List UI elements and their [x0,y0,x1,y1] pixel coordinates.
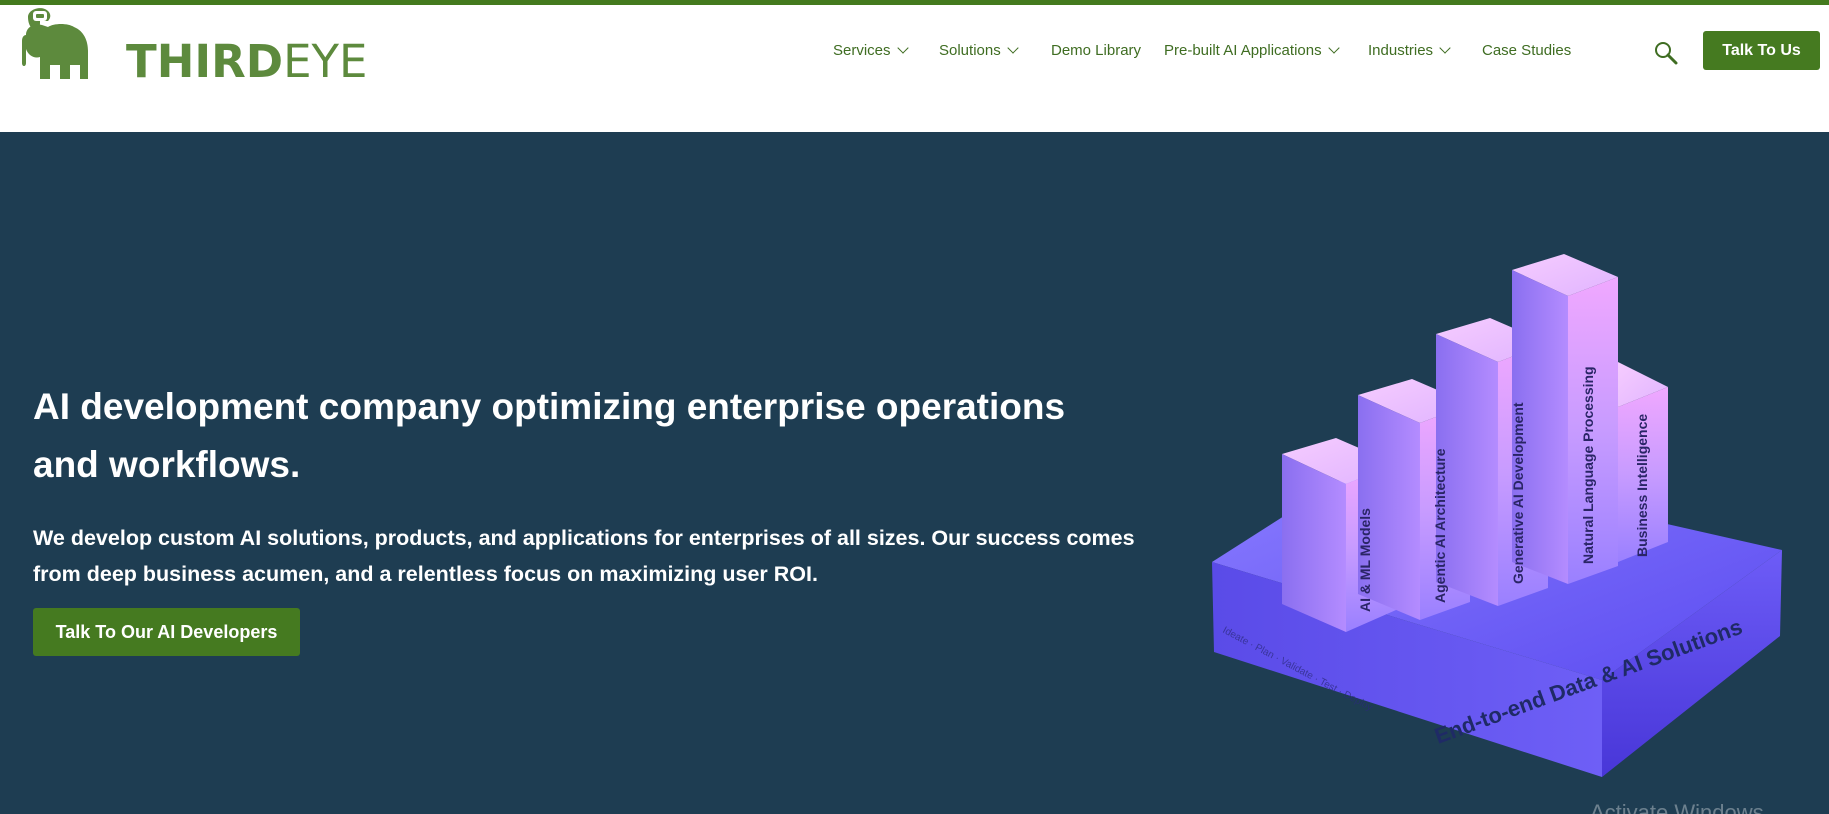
chevron-down-icon [1439,42,1451,54]
nav-case-studies-label: Case Studies [1482,42,1572,59]
nav-prebuilt-label: Pre-built AI Applications [1164,42,1322,59]
activate-windows-watermark: Activate Windows [1590,800,1764,814]
nav-demo-library[interactable]: Demo Library [1051,42,1141,59]
brand-name-bold: THIRD [126,35,284,88]
chevron-down-icon [896,42,909,54]
nav-demo-library-label: Demo Library [1051,42,1142,59]
bar-label-business-intelligence: Business Intelligence [1634,414,1650,557]
nav-industries[interactable]: Industries [1368,42,1451,59]
bar-label-generative-ai-development: Generative AI Development [1510,402,1526,584]
ai-solutions-illustration: AI & ML Models Agentic AI Architecture G… [1200,232,1800,792]
bar-label-ai-ml-models: AI & ML Models [1357,508,1373,612]
nav-solutions[interactable]: Solutions [939,42,1019,59]
talk-to-ai-developers-button[interactable]: Talk To Our AI Developers [33,608,300,656]
brand-wordmark: THIRDEYE [126,39,367,84]
elephant-logo-icon [22,8,88,79]
thirdeye-logo[interactable]: THIRDEYE [18,5,388,97]
bar-stack-illustration: AI & ML Models Agentic AI Architecture G… [1212,254,1782,777]
search-icon [1655,42,1678,65]
nav-industries-label: Industries [1368,42,1434,59]
chevron-down-icon [1007,42,1019,54]
nav-solutions-label: Solutions [939,42,1001,59]
nav-services-label: Services [833,42,891,59]
brand-name-light: EYE [283,35,368,88]
nav-prebuilt-ai-applications[interactable]: Pre-built AI Applications [1164,42,1340,59]
bar-label-natural-language-processing: Natural Language Processing [1580,366,1596,564]
chevron-down-icon [1327,42,1340,54]
nav-services[interactable]: Services [833,42,909,59]
nav-case-studies[interactable]: Case Studies [1482,42,1571,59]
bar-label-agentic-ai-architecture: Agentic AI Architecture [1432,448,1448,603]
search-button[interactable] [1652,39,1680,67]
hero-description: We develop custom AI solutions, products… [33,526,1135,586]
hero-title: AI development company optimizing enterp… [33,386,1066,485]
site-header: THIRDEYE Services Solutions Demo Library… [0,5,1829,132]
talk-to-us-button[interactable]: Talk To Us [1703,31,1820,70]
